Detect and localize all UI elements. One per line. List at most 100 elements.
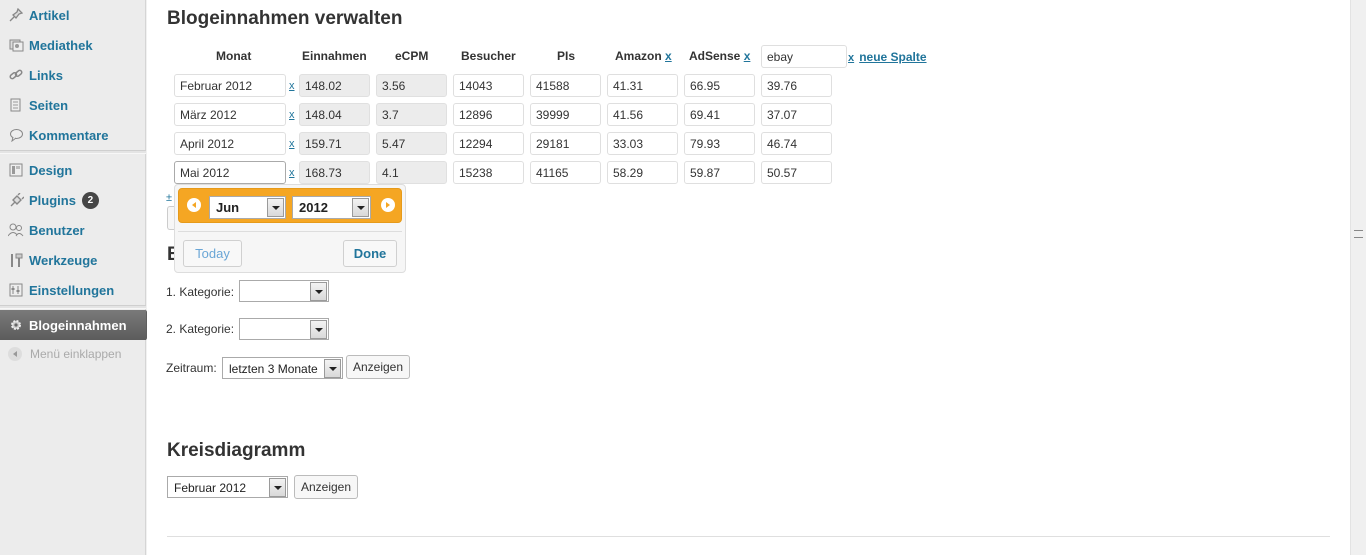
ebay-input[interactable]: 46.74	[761, 132, 832, 155]
monat-input[interactable]: März 2012	[174, 103, 286, 126]
admin-sidebar: Artikel Mediathek Links Seiten Kommentar…	[0, 0, 155, 555]
col-header-einnahmen: Einnahmen	[302, 49, 367, 63]
today-button[interactable]: Today	[183, 240, 242, 267]
pis-input[interactable]: 41165	[530, 161, 601, 184]
menu-item-label: Werkzeuge	[29, 252, 98, 268]
menu-item-artikel[interactable]: Artikel	[0, 0, 146, 30]
chevron-down-icon	[310, 320, 327, 339]
besucher-input[interactable]: 12294	[453, 132, 524, 155]
zeitraum-label: Zeitraum:	[166, 361, 217, 375]
adsense-input[interactable]: 66.95	[684, 74, 755, 97]
new-column-name-input[interactable]: ebay	[761, 45, 847, 68]
collapse-icon	[8, 347, 22, 361]
ebay-input[interactable]: 39.76	[761, 74, 832, 97]
menu-item-label: Artikel	[29, 7, 70, 23]
zeitraum-select[interactable]: letzten 3 Monate	[222, 357, 343, 379]
ebay-input[interactable]: 37.07	[761, 103, 832, 126]
besucher-input[interactable]: 15238	[453, 161, 524, 184]
chevron-down-icon	[324, 359, 341, 378]
new-column-actions: x neue Spalte	[848, 50, 927, 64]
menu-item-label: Seiten	[29, 97, 69, 113]
collapse-label: Menü einklappen	[30, 347, 122, 361]
besucher-input[interactable]: 14043	[453, 74, 524, 97]
plug-icon	[8, 192, 24, 208]
ebay-input[interactable]: 50.57	[761, 161, 832, 184]
pages-icon	[8, 97, 24, 113]
pis-input[interactable]: 29181	[530, 132, 601, 155]
monat-input[interactable]: Februar 2012	[174, 74, 286, 97]
menu-item-links[interactable]: Links	[0, 60, 146, 90]
add-row-link[interactable]: ±	[166, 192, 172, 204]
remove-new-column-link[interactable]: x	[848, 52, 854, 64]
kategorie2-select[interactable]	[239, 318, 329, 340]
footer-divider	[167, 536, 1330, 537]
menu-item-design[interactable]: Design	[0, 155, 146, 185]
adsense-input[interactable]: 59.87	[684, 161, 755, 184]
adsense-input[interactable]: 79.93	[684, 132, 755, 155]
kategorie1-label: 1. Kategorie:	[166, 285, 235, 299]
vertical-scrollbar[interactable]	[1350, 0, 1366, 555]
chevron-down-icon	[267, 198, 284, 217]
chevron-down-icon	[352, 198, 369, 217]
besucher-input[interactable]: 12896	[453, 103, 524, 126]
menu-item-einstellungen[interactable]: Einstellungen	[0, 275, 146, 305]
chevron-down-icon	[310, 282, 327, 301]
remove-amazon-column-link[interactable]: x	[665, 49, 672, 63]
year-select[interactable]: 2012	[292, 196, 371, 219]
gear-icon	[8, 317, 24, 333]
menu-item-label: Mediathek	[29, 37, 93, 53]
menu-item-werkzeuge[interactable]: Werkzeuge	[0, 245, 146, 275]
amazon-input[interactable]: 33.03	[607, 132, 678, 155]
prev-month-icon[interactable]	[187, 198, 201, 212]
zeitraum-show-button[interactable]: Anzeigen	[346, 355, 410, 379]
menu-item-mediathek[interactable]: Mediathek	[0, 30, 146, 60]
page-title: Blogeinnahmen verwalten	[167, 8, 403, 29]
monat-input[interactable]: Mai 2012	[174, 161, 286, 184]
done-button[interactable]: Done	[343, 240, 397, 267]
remove-row-link[interactable]: x	[289, 109, 295, 121]
kategorie1-select[interactable]	[239, 280, 329, 302]
menu-item-label: Blogeinnahmen	[29, 317, 127, 333]
menu-item-seiten[interactable]: Seiten	[0, 90, 146, 120]
collapse-menu-button[interactable]: Menü einklappen	[8, 347, 121, 361]
menu-item-label: Links	[29, 67, 63, 83]
col-header-adsense: AdSense x	[689, 49, 750, 63]
kategorie2-label: 2. Kategorie:	[166, 322, 235, 336]
pie-month-select[interactable]: Februar 2012	[167, 476, 288, 498]
pushpin-icon	[8, 7, 24, 23]
einnahmen-value: 159.71	[299, 132, 370, 155]
pis-input[interactable]: 39999	[530, 103, 601, 126]
amazon-input[interactable]: 58.29	[607, 161, 678, 184]
scrollbar-grip[interactable]	[1354, 230, 1363, 238]
col-header-ecpm: eCPM	[395, 49, 429, 63]
month-select[interactable]: Jun	[209, 196, 286, 219]
menu-item-blogeinnahmen[interactable]: Blogeinnahmen	[0, 310, 155, 340]
ecpm-value: 3.56	[376, 74, 447, 97]
menu-item-benutzer[interactable]: Benutzer	[0, 215, 146, 245]
einnahmen-value: 148.02	[299, 74, 370, 97]
amazon-input[interactable]: 41.56	[607, 103, 678, 126]
tools-icon	[8, 252, 24, 268]
monat-input[interactable]: April 2012	[174, 132, 286, 155]
amazon-input[interactable]: 41.31	[607, 74, 678, 97]
menu-item-plugins[interactable]: Plugins 2	[0, 185, 146, 215]
pis-input[interactable]: 41588	[530, 74, 601, 97]
link-icon	[8, 67, 24, 83]
adsense-input[interactable]: 69.41	[684, 103, 755, 126]
col-header-amazon: Amazon x	[615, 49, 672, 63]
next-month-icon[interactable]	[381, 198, 395, 212]
remove-adsense-column-link[interactable]: x	[744, 49, 751, 63]
menu-item-label: Plugins	[29, 192, 76, 208]
new-column-link[interactable]: neue Spalte	[859, 50, 926, 64]
year-value: 2012	[299, 200, 328, 215]
media-icon	[8, 37, 24, 53]
remove-row-link[interactable]: x	[289, 138, 295, 150]
remove-row-link[interactable]: x	[289, 167, 295, 179]
einnahmen-value: 148.04	[299, 103, 370, 126]
comment-icon	[8, 127, 24, 143]
menu-item-kommentare[interactable]: Kommentare	[0, 120, 146, 150]
remove-row-link[interactable]: x	[289, 80, 295, 92]
col-header-adsense-label: AdSense	[689, 49, 741, 63]
update-count-badge: 2	[81, 191, 99, 209]
pie-show-button[interactable]: Anzeigen	[294, 475, 358, 499]
